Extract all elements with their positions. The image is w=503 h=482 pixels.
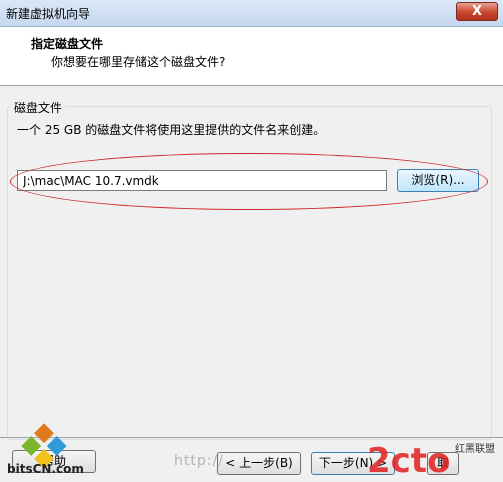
brand-cn-watermark: 红黑联盟 (455, 444, 495, 455)
close-button[interactable]: X (456, 2, 498, 21)
page-subtitle: 你想要在哪里存储这个磁盘文件? (51, 55, 226, 69)
page-title: 指定磁盘文件 (31, 37, 104, 51)
close-icon: X (471, 4, 483, 19)
brand-logo-icon: 2cto (367, 441, 449, 480)
window-title: 新建虚拟机向导 (6, 7, 91, 21)
brand-watermark: 2cto (367, 441, 449, 480)
bitscn-watermark: bitsCN.com (7, 462, 84, 476)
back-button[interactable]: < 上一步(B) (217, 452, 301, 475)
disk-path-input[interactable] (17, 170, 387, 191)
url-watermark: http:// (174, 453, 224, 469)
browse-button[interactable]: 浏览(R)... (397, 169, 479, 192)
disk-file-group (7, 106, 492, 440)
disk-file-description: 一个 25 GB 的磁盘文件将使用这里提供的文件名来创建。 (17, 123, 326, 137)
disk-file-legend: 磁盘文件 (11, 99, 66, 116)
title-bar: 新建虚拟机向导 X (0, 0, 503, 27)
wizard-header: 指定磁盘文件 你想要在哪里存储这个磁盘文件? (0, 27, 503, 86)
